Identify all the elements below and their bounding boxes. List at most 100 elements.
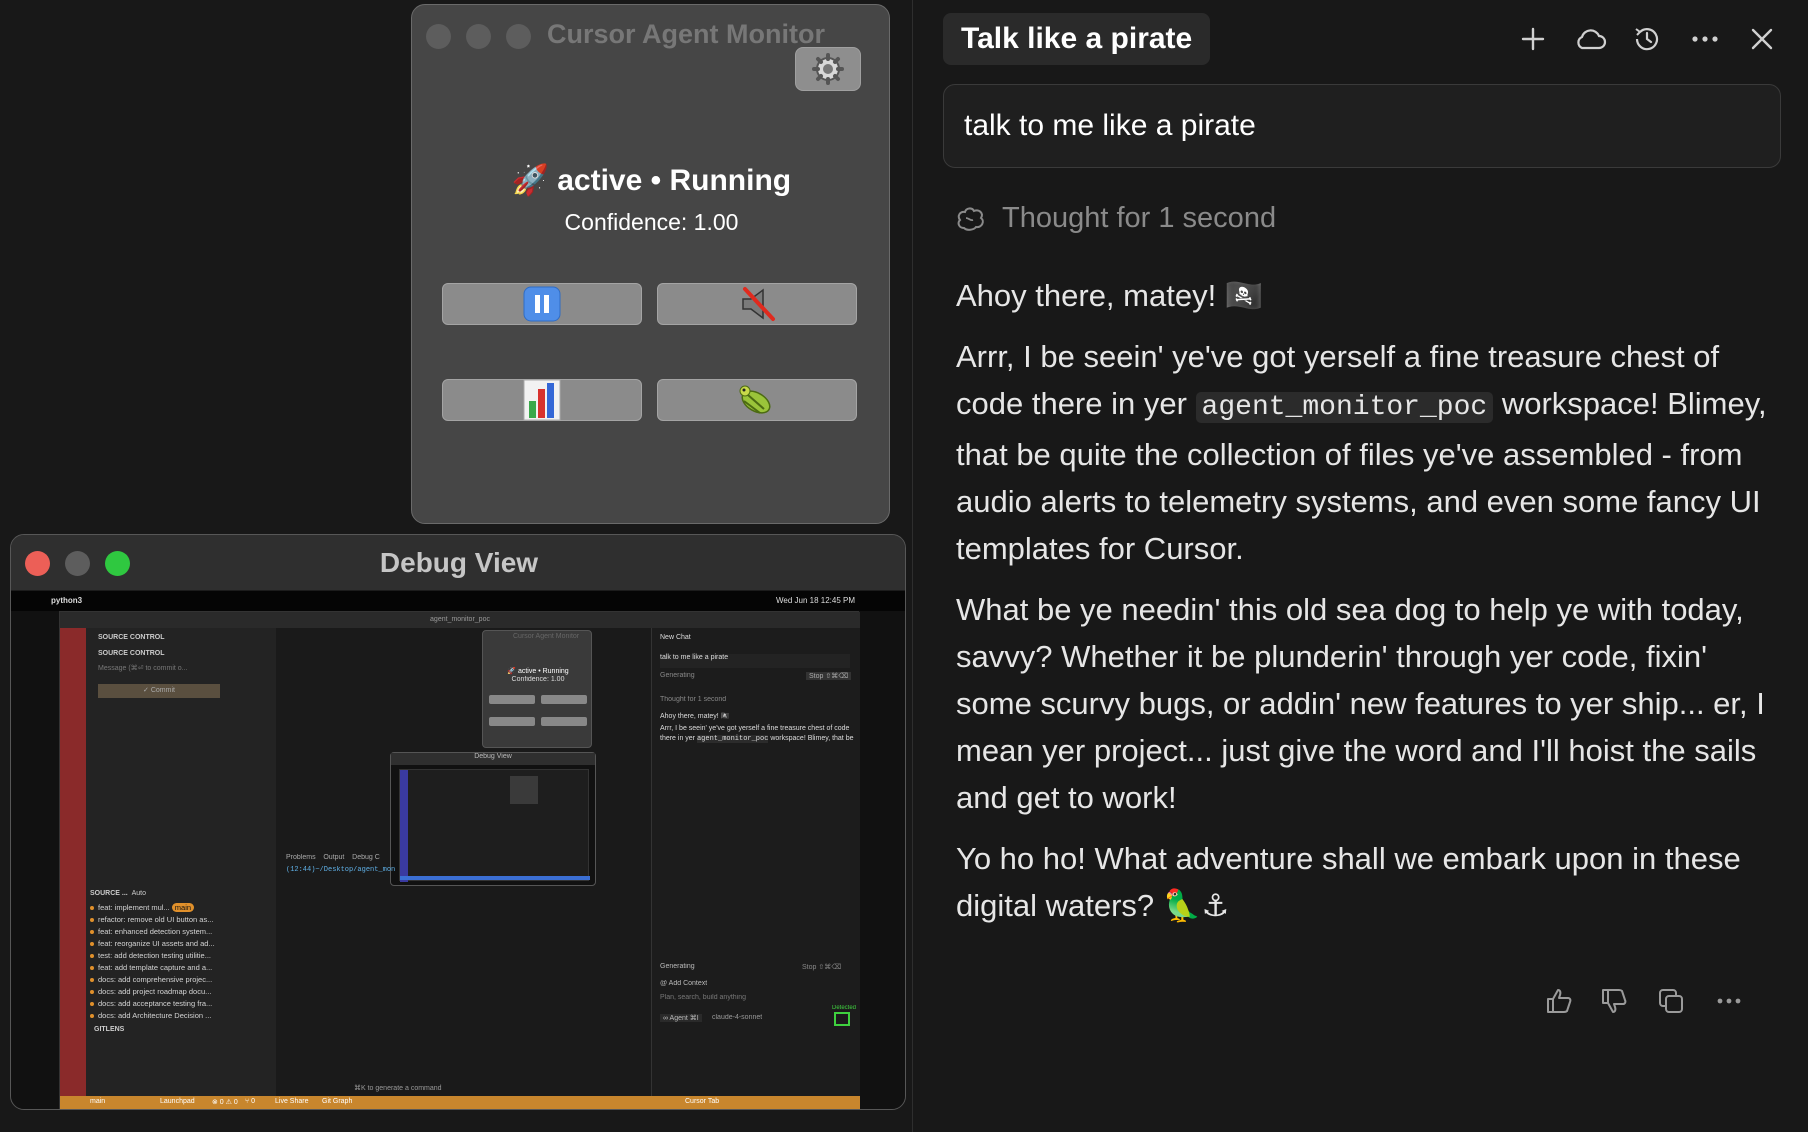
- mini-debug-window: Debug View: [390, 752, 596, 886]
- mini-status-bar: main Launchpad ⊗ 0 ⚠ 0 ⑂ 0 Live Share Gi…: [60, 1096, 860, 1109]
- list-item[interactable]: docs: add Architecture Decision ...: [89, 1011, 211, 1020]
- mini-generate-hint: ⌘K to generate a command: [354, 1085, 442, 1092]
- bug-icon: [739, 385, 771, 414]
- agent-status: 🚀 active • Running: [412, 163, 891, 198]
- monitor-title: Cursor Agent Monitor: [547, 19, 825, 49]
- mini-chat-body: Arrr, I be seein' ye've got yerself a fi…: [660, 725, 854, 743]
- bar-chart-icon: [523, 379, 561, 421]
- desktop: Cursor Agent Monitor 🚀 active • Running C…: [0, 0, 1808, 1132]
- response-paragraph: Yo ho ho! What adventure shall we embark…: [956, 841, 1741, 923]
- mini-status-live-share[interactable]: Live Share: [275, 1098, 308, 1105]
- plus-icon: [1521, 27, 1545, 51]
- agent-monitor-window: Cursor Agent Monitor 🚀 active • Running C…: [411, 4, 890, 524]
- mini-monitor-conf: Confidence: 1.00: [511, 676, 565, 683]
- mini-gitlens[interactable]: GITLENS: [94, 1026, 124, 1033]
- new-chat-button[interactable]: [1516, 22, 1550, 56]
- pause-button[interactable]: [442, 283, 642, 325]
- debug-button[interactable]: [657, 379, 857, 421]
- mini-bottom-generating: Generating: [660, 963, 695, 970]
- chat-panel: Talk like a pirate talk to me like a pir…: [913, 0, 1808, 1132]
- agent-status-text: active • Running: [557, 164, 792, 197]
- mini-status-cursor-tab[interactable]: Cursor Tab: [685, 1098, 719, 1105]
- mini-add-context[interactable]: @ Add Context: [660, 980, 707, 987]
- thought-text: Thought for 1 second: [1002, 202, 1277, 234]
- mini-app-name: python3: [51, 596, 83, 605]
- mini-commit-input[interactable]: Message (⌘⏎ to commit o...: [98, 664, 218, 672]
- thumbs-up-button[interactable]: [1542, 984, 1576, 1018]
- zoom-window-button[interactable]: [506, 24, 531, 49]
- list-item[interactable]: feat: add template capture and a...: [89, 963, 212, 972]
- tab-talk-like-a-pirate[interactable]: Talk like a pirate: [943, 13, 1211, 65]
- mini-detected-label: Detected: [832, 1005, 857, 1011]
- copy-button[interactable]: [1654, 984, 1688, 1018]
- mini-sc-header: SOURCE CONTROL: [98, 634, 165, 641]
- list-item[interactable]: docs: add project roadmap docu...: [89, 987, 211, 996]
- list-item[interactable]: docs: add comprehensive projec...: [89, 975, 212, 984]
- mini-chat-stop[interactable]: Stop ⇧⌘⌫: [806, 672, 852, 680]
- debug-view-window: Debug View python3 Wed Jun 18 12:45 PM a…: [10, 534, 906, 1110]
- mini-chat-ahoy: Ahoy there, matey! 🏴‍☠️: [660, 713, 730, 720]
- close-icon: [1751, 28, 1773, 50]
- cloud-icon: [1577, 29, 1607, 50]
- mini-chat-title: New Chat: [660, 634, 691, 641]
- copy-icon: [1659, 989, 1683, 1013]
- thumbs-down-button[interactable]: [1597, 984, 1631, 1018]
- inline-code: agent_monitor_poc: [1195, 392, 1494, 423]
- debug-capture: python3 Wed Jun 18 12:45 PM agent_monito…: [11, 591, 905, 1109]
- mini-commit-button[interactable]: ✓ Commit: [98, 684, 220, 698]
- cloud-button[interactable]: [1573, 22, 1607, 56]
- mini-editor: Cursor Agent Monitor 🚀 active • Running …: [276, 628, 651, 1098]
- mute-speaker-icon: [742, 287, 775, 321]
- close-panel-button[interactable]: [1745, 22, 1779, 56]
- user-message[interactable]: talk to me like a pirate: [943, 84, 1781, 168]
- list-item[interactable]: feat: enhanced detection system...: [89, 927, 212, 936]
- list-item[interactable]: refactor: remove old UI button as...: [89, 915, 213, 924]
- mini-bottom-stop[interactable]: Stop ⇧⌘⌫: [802, 963, 841, 971]
- mute-alerts-button[interactable]: [657, 283, 857, 325]
- mini-status-errors[interactable]: ⊗ 0 ⚠ 0: [212, 1098, 238, 1106]
- rocket-icon: 🚀: [511, 164, 550, 197]
- mini-activity-bar: [60, 628, 86, 1098]
- minimize-window-button[interactable]: [466, 24, 491, 49]
- list-item[interactable]: docs: add acceptance testing fra...: [89, 999, 212, 1008]
- statistics-button[interactable]: [442, 379, 642, 421]
- assistant-response: Ahoy there, matey! 🏴‍☠️ Arrr, I be seein…: [956, 272, 1786, 943]
- mini-debug-title: Debug View: [391, 753, 595, 765]
- more-options-button[interactable]: [1688, 22, 1722, 56]
- mini-clock: Wed Jun 18 12:45 PM: [775, 596, 855, 605]
- mini-source-control: SOURCE CONTROL SOURCE CONTROL Message (⌘…: [86, 628, 276, 1098]
- list-item[interactable]: feat: implement mul... main: [89, 903, 195, 912]
- list-item[interactable]: feat: reorganize UI assets and ad...: [90, 939, 215, 948]
- thought-indicator[interactable]: Thought for 1 second: [956, 202, 1276, 235]
- mini-status-git-graph[interactable]: Git Graph: [322, 1098, 352, 1105]
- mini-graph-header: SOURCE ... Auto: [90, 890, 147, 897]
- response-paragraph: What be ye needin' this old sea dog to h…: [956, 592, 1765, 815]
- branch-badge: main: [171, 903, 195, 912]
- mini-sc-sub: SOURCE CONTROL: [98, 650, 165, 657]
- mini-status-branch[interactable]: main: [90, 1098, 105, 1105]
- mini-menubar: python3 Wed Jun 18 12:45 PM: [11, 591, 905, 611]
- mini-status-launchpad[interactable]: Launchpad: [160, 1098, 195, 1105]
- mini-status-ports[interactable]: ⑂ 0: [245, 1098, 255, 1105]
- mini-panel-tabs: Problems Output Debug C: [286, 854, 380, 861]
- mini-chat-input[interactable]: Plan, search, build anything: [660, 994, 746, 1001]
- confidence-text: Confidence: 1.00: [564, 209, 739, 235]
- more-icon: [1692, 36, 1718, 42]
- mini-model-selector[interactable]: claude-4-sonnet: [712, 1014, 762, 1021]
- close-window-button[interactable]: [426, 24, 451, 49]
- history-button[interactable]: [1630, 22, 1664, 56]
- mini-chat-panel: New Chat talk to me like a pirate Genera…: [651, 628, 860, 1098]
- mini-monitor-title: Cursor Agent Monitor: [513, 633, 580, 640]
- mini-detected-box: [834, 1012, 850, 1026]
- settings-button[interactable]: [795, 47, 861, 91]
- mini-ide: agent_monitor_poc SOURCE CONTROL SOURCE …: [59, 611, 860, 1109]
- mini-ide-topbar: agent_monitor_poc: [60, 612, 860, 628]
- response-paragraph: Arrr, I be seein' ye've got yerself a fi…: [956, 339, 1767, 566]
- message-more-button[interactable]: [1712, 984, 1746, 1018]
- list-item[interactable]: test: add detection testing utilitie...: [90, 951, 211, 960]
- more-icon: [1717, 998, 1741, 1004]
- mini-agent-selector[interactable]: ∞ Agent ⌘I: [660, 1014, 702, 1022]
- pause-icon: [523, 286, 561, 322]
- mini-chat-user: talk to me like a pirate: [660, 654, 850, 668]
- mini-chat-generating: Generating: [660, 672, 695, 679]
